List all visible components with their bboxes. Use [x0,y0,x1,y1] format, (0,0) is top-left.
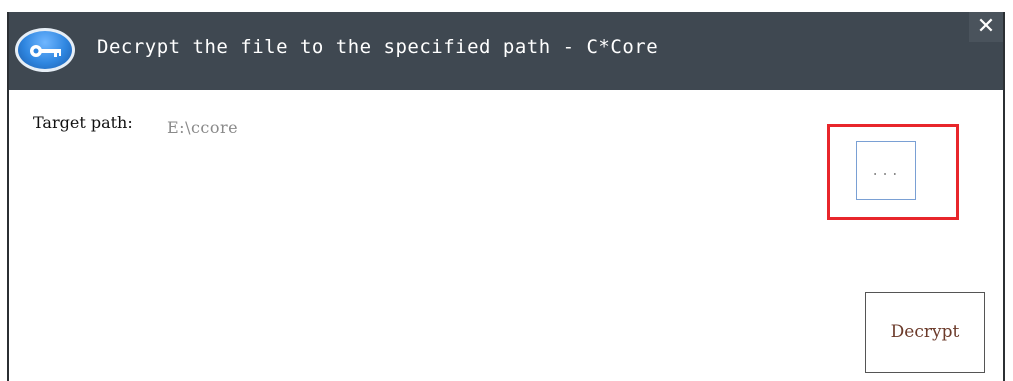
key-icon [15,28,75,72]
title-bar[interactable]: Decrypt the file to the specified path -… [9,12,1003,90]
target-path-value: E:\ccore [167,118,239,137]
close-button[interactable]: ✕ [969,12,1003,42]
browse-button[interactable]: ... [856,141,916,200]
decrypt-dialog: Decrypt the file to the specified path -… [7,12,1005,381]
decrypt-button[interactable]: Decrypt [865,292,985,373]
target-path-label: Target path: [33,113,133,132]
window-title: Decrypt the file to the specified path -… [97,36,659,58]
